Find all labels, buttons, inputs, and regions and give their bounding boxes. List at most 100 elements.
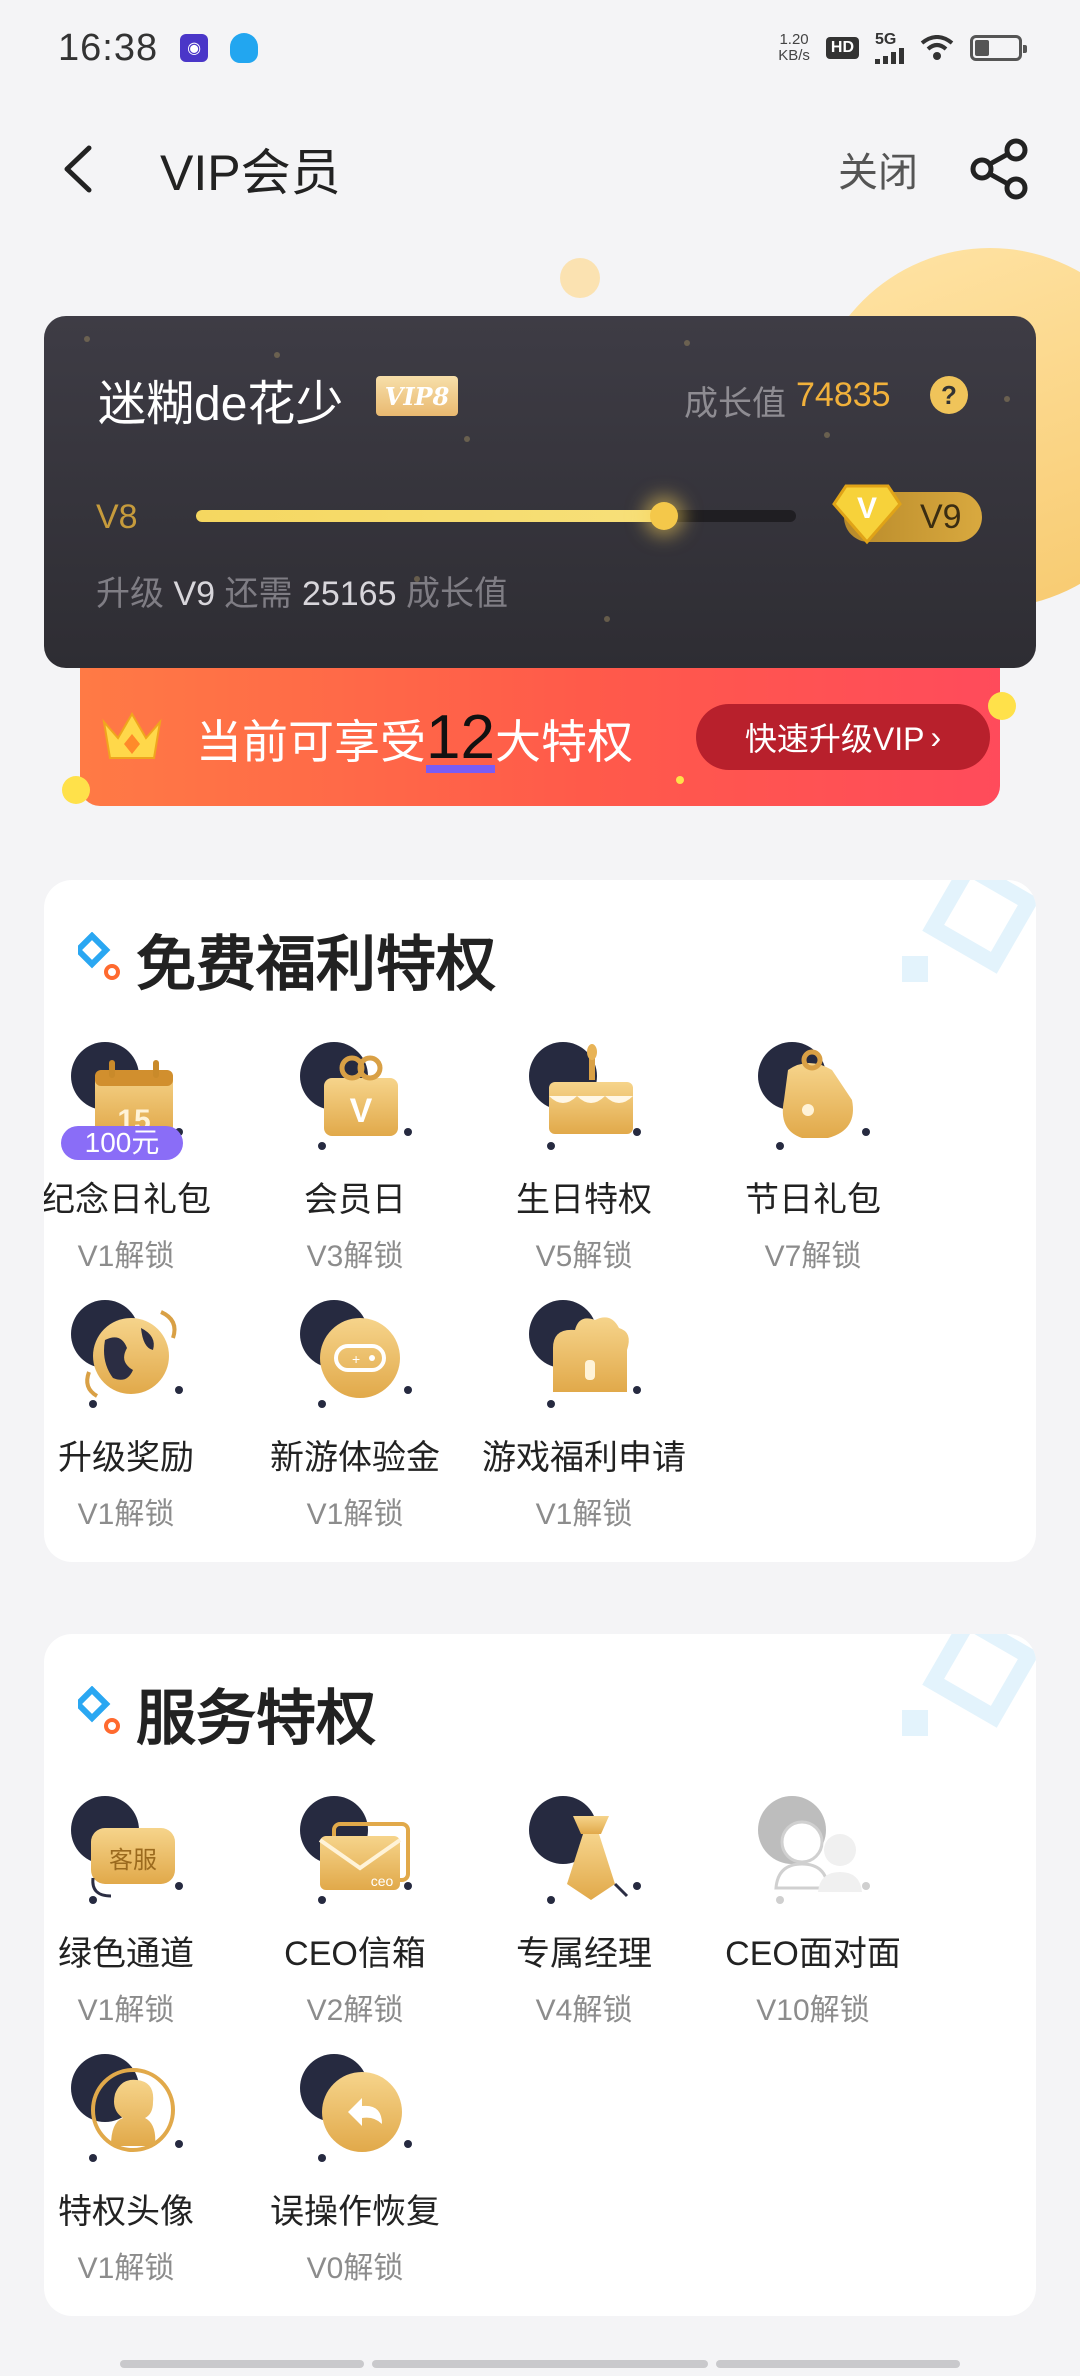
level-progress-knob [650, 502, 678, 530]
svg-text:100元: 100元 [85, 1127, 160, 1158]
privilege-item[interactable]: ceo CEO信箱 V2解锁 [239, 1784, 471, 2029]
growth-label: 成长值 [684, 385, 786, 423]
status-bar: 16:38 ◉ 1.20 KB/s HD 5G [0, 0, 1080, 96]
level-progress-fill [196, 510, 664, 522]
privilege-item[interactable]: 升级奖励 V1解锁 [44, 1288, 242, 1533]
deco-dot [62, 776, 90, 804]
chevron-left-icon [64, 145, 92, 193]
app-notification-icon: ◉ [180, 34, 209, 62]
customer-service-icon: 客服 [71, 1796, 183, 1904]
share-icon [970, 138, 1028, 200]
svg-text:ceo: ceo [371, 1873, 394, 1889]
ceo-mailbox-icon: ceo [300, 1796, 412, 1904]
game-gift-box-icon [529, 1300, 641, 1408]
privilege-item-unlock-level: V1解锁 [77, 1498, 175, 1531]
share-button[interactable] [968, 137, 1032, 201]
privilege-item-icon: + [290, 1288, 420, 1418]
privilege-item-icon [748, 1030, 878, 1160]
fast-upgrade-vip-button[interactable]: 快速升级VIP › [696, 704, 990, 770]
deco-dot [676, 776, 684, 784]
privilege-item-icon: 客服 [61, 1784, 191, 1914]
privilege-item-unlock-level: V10解锁 [756, 1994, 870, 2027]
deco-dot [988, 692, 1016, 720]
section-decoration [902, 880, 1036, 982]
svg-text:客服: 客服 [109, 1846, 157, 1874]
privilege-item[interactable]: 游戏福利申请 V1解锁 [468, 1288, 700, 1533]
crown-icon [102, 712, 162, 759]
calendar-gift-icon: 15100元 [61, 1042, 183, 1160]
privilege-item-unlock-level: V3解锁 [306, 1240, 404, 1273]
privilege-item[interactable]: 客服 绿色通道 V1解锁 [44, 1784, 242, 2029]
privilege-item-unlock-level: V2解锁 [306, 1994, 404, 2027]
privilege-item-label: CEO信箱 [284, 1935, 426, 1973]
privilege-item-unlock-level: V1解锁 [77, 1994, 175, 2027]
privilege-item[interactable]: 节日礼包 V7解锁 [697, 1030, 929, 1275]
privilege-item-icon [519, 1030, 649, 1160]
privilege-item-icon [61, 1288, 191, 1418]
scroll-indicator [372, 2360, 708, 2368]
scroll-indicator [716, 2360, 960, 2368]
privilege-item[interactable]: CEO面对面 V10解锁 [697, 1784, 929, 2029]
privilege-item-unlock-level: V1解锁 [306, 1498, 404, 1531]
privilege-item-icon [519, 1288, 649, 1418]
privilege-item-icon: 15 100元 [61, 1030, 191, 1160]
manager-tie-icon [529, 1796, 641, 1904]
growth-value: 74835 [796, 376, 891, 414]
diamond-v-icon: V [832, 484, 902, 545]
undo-recovery-icon [300, 2054, 412, 2162]
vip-level-card: 迷糊de花少 VIP8 成长值 74835 ? V8 V V9 升级 V9 还需… [44, 316, 1036, 668]
privilege-item-label: CEO面对面 [725, 1935, 901, 1973]
section-decoration [902, 1634, 1036, 1736]
privilege-item[interactable]: 专属经理 V4解锁 [468, 1784, 700, 2029]
gamepad-icon: + [300, 1300, 412, 1408]
birthday-cake-icon [529, 1042, 641, 1150]
privilege-item-label: 新游体验金 [270, 1439, 440, 1477]
current-level: V8 [96, 498, 138, 536]
privilege-item-icon [519, 1784, 649, 1914]
free-welfare-section: 免费福利特权 15 100元 纪念日礼包 V1解锁 V 会员日 V3解锁 生日特权… [44, 880, 1036, 1562]
festival-bag-icon [758, 1042, 870, 1150]
privilege-item[interactable]: 15 100元 纪念日礼包 V1解锁 [44, 1030, 242, 1275]
hd-badge: HD [825, 37, 859, 59]
back-button[interactable] [48, 139, 108, 199]
section-bullet-icon [78, 1686, 120, 1734]
privilege-item-label: 升级奖励 [58, 1439, 194, 1477]
privilege-item-unlock-level: V5解锁 [535, 1240, 633, 1273]
privilege-item-label: 误操作恢复 [270, 2193, 440, 2231]
privilege-item-label: 节日礼包 [745, 1181, 881, 1219]
privilege-count-text: 当前可享受12大特权 [196, 703, 633, 773]
privilege-item-icon: ceo [290, 1784, 420, 1914]
battery-icon [970, 35, 1027, 61]
privilege-item[interactable]: 特权头像 V1解锁 [44, 2042, 242, 2287]
help-icon[interactable]: ? [930, 376, 968, 414]
privilege-item-unlock-level: V1解锁 [535, 1498, 633, 1531]
privilege-item-label: 专属经理 [516, 1935, 652, 1973]
net-speed: 1.20 KB/s [778, 31, 810, 64]
svg-text:V: V [350, 1092, 373, 1130]
service-privilege-section: 服务特权 客服 绿色通道 V1解锁 ceo CEO信箱 V2解锁 专属经理 V4… [44, 1634, 1036, 2316]
next-level: V9 [920, 498, 962, 536]
svg-text:V: V [857, 492, 877, 525]
privilege-item-icon: V [290, 1030, 420, 1160]
vip-level-badge: VIP8 [376, 376, 458, 416]
privilege-item-unlock-level: V1解锁 [77, 2252, 175, 2285]
signal-icon: 5G [875, 32, 904, 64]
upgrade-requirement: 升级 V9 还需 25165 成长值 [96, 575, 508, 613]
privilege-item[interactable]: V 会员日 V3解锁 [239, 1030, 471, 1275]
member-day-gift-icon: V [300, 1042, 412, 1150]
privilege-item[interactable]: + 新游体验金 V1解锁 [239, 1288, 471, 1533]
privilege-item-icon [290, 2042, 420, 2172]
privilege-item[interactable]: 生日特权 V5解锁 [468, 1030, 700, 1275]
status-time: 16:38 [58, 26, 159, 69]
privilege-item-label: 绿色通道 [58, 1935, 194, 1973]
page-title: VIP会员 [160, 145, 341, 201]
privilege-item-label: 纪念日礼包 [44, 1181, 211, 1219]
privilege-item-label: 会员日 [304, 1181, 406, 1219]
privilege-item-label: 特权头像 [58, 2193, 194, 2231]
privilege-item[interactable]: 误操作恢复 V0解锁 [239, 2042, 471, 2287]
close-button[interactable]: 关闭 [838, 140, 918, 198]
privilege-item-icon [748, 1784, 878, 1914]
section-bullet-icon [78, 932, 120, 980]
privilege-banner[interactable]: 当前可享受12大特权 快速升级VIP › [80, 668, 1000, 806]
top-nav-bar: VIP会员 关闭 [0, 96, 1080, 242]
